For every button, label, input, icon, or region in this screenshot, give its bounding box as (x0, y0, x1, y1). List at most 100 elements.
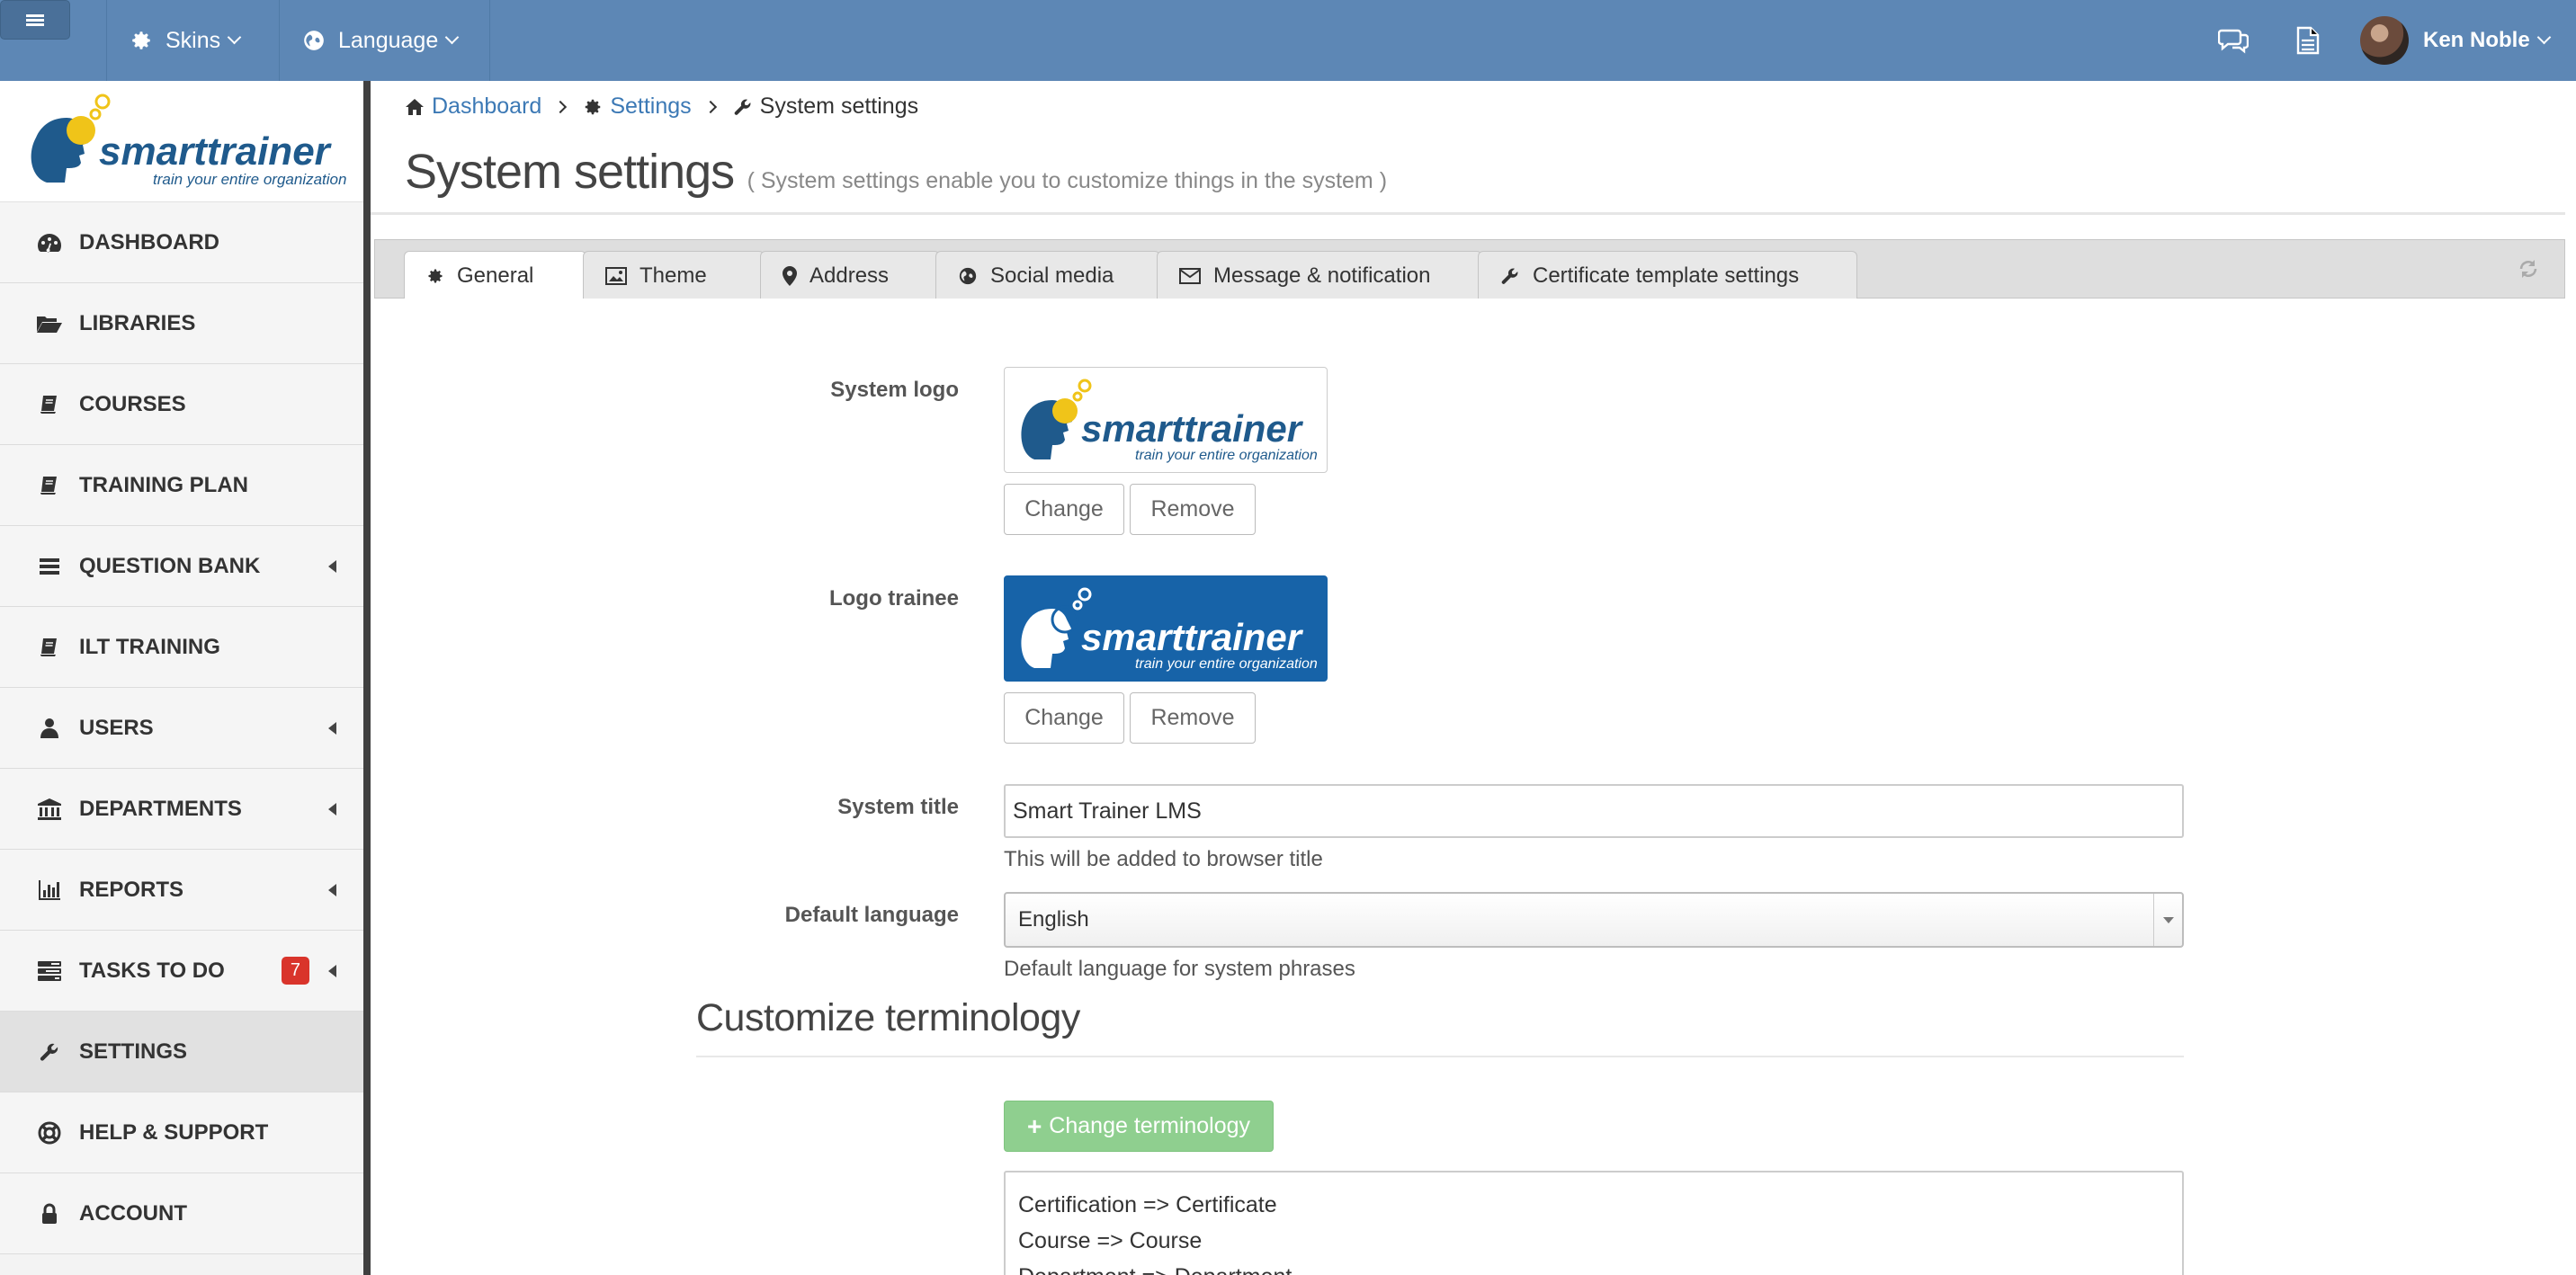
notifications-button[interactable] (2296, 0, 2332, 81)
remove-system-logo-button[interactable]: Remove (1130, 484, 1256, 535)
messages-button[interactable] (2218, 0, 2261, 81)
sidebar-item-tasks-to-do[interactable]: TASKS TO DO 7 (0, 931, 363, 1012)
divider (279, 0, 280, 81)
tab-certificate-template-settings[interactable]: Certificate template settings (1478, 251, 1857, 299)
page-subtitle: ( System settings enable you to customiz… (747, 168, 1388, 193)
map-marker-icon (783, 265, 797, 286)
sidebar-item-help-support[interactable]: HELP & SUPPORT (0, 1092, 363, 1173)
terminology-textarea[interactable]: Certification => Certificate Course => C… (1004, 1171, 2184, 1275)
sidebar-item-users[interactable]: USERS (0, 688, 363, 769)
remove-logo-trainee-button[interactable]: Remove (1130, 692, 1256, 744)
language-dropdown[interactable]: Language (302, 0, 460, 81)
tasks-count-badge: 7 (281, 957, 309, 985)
envelope-icon (1179, 267, 1201, 284)
menu-toggle-button[interactable] (0, 0, 70, 40)
file-text-icon (2296, 26, 2320, 55)
smarttrainer-logo: smarttrainer train your entire organizat… (1021, 379, 1318, 463)
avatar (2360, 16, 2409, 65)
smarttrainer-logo: smarttrainer train your entire organizat… (1021, 587, 1318, 672)
sidebar-item-reports[interactable]: REPORTS (0, 850, 363, 931)
sidebar-item-departments[interactable]: DEPARTMENTS (0, 769, 363, 850)
gear-icon (132, 31, 150, 49)
brand-tagline: train your entire organization (1135, 656, 1318, 672)
dashboard-icon (34, 229, 65, 256)
refresh-button[interactable] (2518, 258, 2539, 284)
chevron-down-icon (227, 30, 242, 44)
system-logo-preview: smarttrainer train your entire organizat… (1004, 367, 1328, 473)
brand-logo[interactable]: smarttrainer train your entire organizat… (0, 81, 363, 202)
sidebar-item-training-plan[interactable]: TRAINING PLAN (0, 445, 363, 526)
tab-address[interactable]: Address (760, 251, 940, 299)
brand-name: smarttrainer (1081, 407, 1304, 450)
top-navbar: Skins Language Ken Noble (0, 0, 2576, 81)
brand-tagline: train your entire organization (153, 171, 346, 188)
divider (696, 1056, 2184, 1057)
tab-label: Social media (990, 263, 1114, 288)
book-icon (34, 472, 65, 499)
user-icon (34, 715, 65, 742)
change-terminology-label: Change terminology (1049, 1113, 1251, 1138)
tab-label: Message & notification (1213, 263, 1431, 288)
language-label: Language (338, 27, 439, 53)
change-system-logo-button[interactable]: Change (1004, 484, 1124, 535)
sidebar-item-label: DASHBOARD (79, 229, 219, 254)
tab-general[interactable]: General (404, 251, 586, 300)
tab-social-media[interactable]: Social media (935, 251, 1160, 299)
sidebar-item-label: ACCOUNT (79, 1200, 187, 1226)
life-ring-icon (34, 1119, 65, 1146)
book-icon (34, 634, 65, 661)
page-title-text: System settings (405, 145, 735, 199)
plus-icon: + (1026, 1111, 1042, 1140)
image-icon (605, 266, 627, 285)
user-menu[interactable]: Ken Noble (2360, 0, 2551, 81)
breadcrumb-current: System settings (759, 94, 919, 119)
default-language-help: Default language for system phrases (1004, 957, 1355, 981)
caret-left-icon (328, 559, 336, 573)
breadcrumb-settings[interactable]: Settings (610, 94, 691, 120)
sidebar-item-courses[interactable]: COURSES (0, 364, 363, 445)
change-logo-trainee-button[interactable]: Change (1004, 692, 1124, 744)
sidebar-item-label: TASKS TO DO (79, 958, 225, 983)
sidebar-item-question-bank[interactable]: QUESTION BANK (0, 526, 363, 607)
tab-label: Address (809, 263, 890, 288)
section-title: Customize terminology (696, 996, 1080, 1039)
sidebar-scrollbar[interactable] (363, 81, 371, 1275)
change-terminology-button[interactable]: + Change terminology (1004, 1101, 1274, 1152)
brand-name: smarttrainer (1081, 616, 1304, 658)
book-icon (34, 391, 65, 418)
home-icon (406, 98, 424, 115)
caret-left-icon (328, 721, 336, 735)
logo-trainee-preview: smarttrainer train your entire organizat… (1004, 575, 1328, 682)
brand-name: smarttrainer (99, 129, 333, 174)
sidebar-item-account[interactable]: ACCOUNT (0, 1173, 363, 1254)
sidebar-item-libraries[interactable]: LIBRARIES (0, 283, 363, 364)
page-title: System settings ( System settings enable… (405, 144, 1387, 200)
chevron-right-icon (554, 100, 568, 113)
tab-label: Theme (640, 263, 707, 288)
smarttrainer-logo: smarttrainer train your entire organizat… (31, 94, 346, 188)
globe-icon (959, 267, 977, 284)
breadcrumb-dashboard[interactable]: Dashboard (432, 94, 541, 120)
caret-left-icon (328, 883, 336, 896)
sidebar-item-settings[interactable]: SETTINGS (0, 1012, 363, 1092)
sidebar-item-label: USERS (79, 715, 154, 740)
sidebar-item-label: SETTINGS (79, 1039, 188, 1064)
skins-label: Skins (165, 27, 221, 53)
divider (106, 0, 107, 81)
sidebar-nav: DASHBOARD LIBRARIES COURSES TRAINING PLAN QU… (0, 202, 363, 1254)
gear-icon (428, 269, 443, 283)
folder-open-icon (34, 310, 65, 337)
tab-theme[interactable]: Theme (583, 251, 765, 299)
sidebar-item-label: TRAINING PLAN (79, 472, 248, 497)
sidebar-item-dashboard[interactable]: DASHBOARD (0, 202, 363, 283)
settings-tabs: General Theme Address Social media Messa… (374, 239, 2565, 300)
chevron-down-icon (2536, 30, 2551, 44)
skins-dropdown[interactable]: Skins (130, 0, 242, 81)
tab-message-notification[interactable]: Message & notification (1157, 251, 1482, 299)
breadcrumb: Dashboard Settings System settings (405, 94, 918, 120)
sidebar-item-ilt-training[interactable]: ILT TRAINING (0, 607, 363, 688)
brand-tagline: train your entire organization (1135, 448, 1318, 463)
system-title-input[interactable]: Smart Trainer LMS (1004, 784, 2184, 838)
bar-chart-icon (34, 877, 65, 904)
default-language-select[interactable]: English (1004, 892, 2184, 948)
